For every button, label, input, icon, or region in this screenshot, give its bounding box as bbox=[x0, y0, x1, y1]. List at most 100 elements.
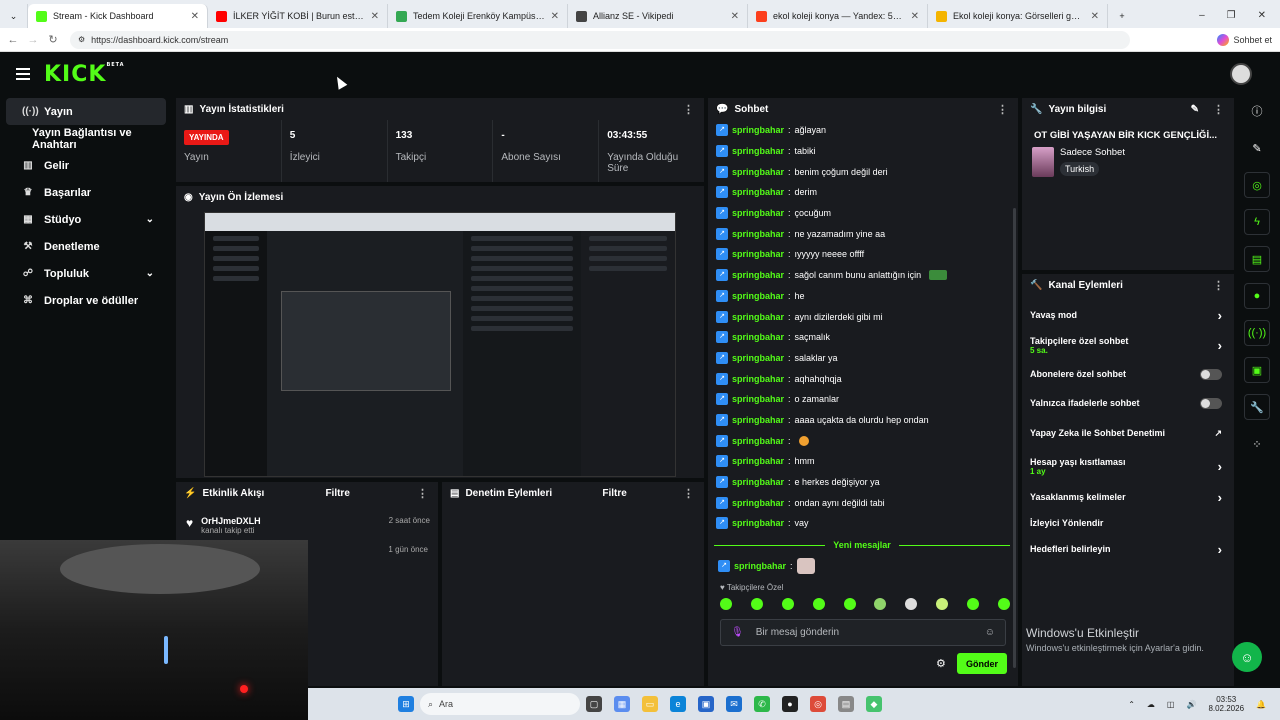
chat-username[interactable]: springbahar bbox=[732, 312, 784, 322]
info-icon[interactable]: ⓘ bbox=[1244, 98, 1270, 124]
sidebar-item-studyo[interactable]: ▦ Stüdyo ⌄ bbox=[6, 206, 166, 233]
channel-action-item[interactable]: Abonelere özel sohbet bbox=[1022, 360, 1234, 388]
forward-icon[interactable]: → bbox=[26, 34, 40, 46]
chat-username[interactable]: springbahar bbox=[732, 208, 784, 218]
channel-action-item[interactable]: Hedefleri belirleyin › bbox=[1022, 536, 1234, 562]
browser-tab[interactable]: Allianz SE - Vikipedi ✕ bbox=[568, 4, 748, 28]
chat-username[interactable]: springbahar bbox=[732, 332, 784, 342]
chat-username[interactable]: springbahar bbox=[732, 187, 784, 197]
channel-action-item[interactable]: İzleyici Yönlendir bbox=[1022, 510, 1234, 536]
chevron-up-icon[interactable]: ⌃ bbox=[1128, 700, 1135, 709]
windows-start-icon[interactable]: ⊞ bbox=[398, 696, 414, 712]
channel-action-item[interactable]: Yapay Zeka ile Sohbet Denetimi ↗ bbox=[1022, 418, 1234, 448]
chat-username[interactable]: springbahar bbox=[732, 498, 784, 508]
close-tab-icon[interactable]: ✕ bbox=[911, 11, 919, 22]
taskbar-search[interactable]: ⌕ Ara bbox=[420, 693, 580, 715]
more-options-icon[interactable]: ⋮ bbox=[417, 487, 428, 500]
chat-username[interactable]: springbahar bbox=[732, 477, 784, 487]
emote-icon[interactable] bbox=[874, 598, 887, 610]
chat-username[interactable]: springbahar bbox=[732, 270, 784, 280]
emote-icon[interactable] bbox=[720, 598, 732, 610]
chat-username[interactable]: springbahar bbox=[732, 125, 784, 135]
sidebar-item-yayin[interactable]: ((·)) Yayın bbox=[6, 98, 166, 125]
channel-action-item[interactable]: Yalnızca ifadelerle sohbet bbox=[1022, 388, 1234, 418]
more-options-icon[interactable]: ⋮ bbox=[1213, 279, 1224, 292]
camera-icon[interactable]: ◎ bbox=[1244, 172, 1270, 198]
reload-icon[interactable]: ↻ bbox=[46, 33, 60, 46]
edge-icon[interactable]: e bbox=[670, 696, 686, 712]
chat-scrollbar[interactable] bbox=[1013, 208, 1016, 668]
chat-username[interactable]: springbahar bbox=[732, 146, 784, 156]
channel-action-item[interactable]: Yavaş mod › bbox=[1022, 300, 1234, 330]
more-options-icon[interactable]: ⋮ bbox=[683, 103, 694, 116]
minimize-icon[interactable]: – bbox=[1199, 10, 1205, 21]
app-icon[interactable]: ◆ bbox=[866, 696, 882, 712]
microphone-icon[interactable]: 🎙 bbox=[731, 627, 744, 638]
chat-username[interactable]: springbahar bbox=[732, 229, 784, 239]
clock[interactable]: 03:53 8.02.2026 bbox=[1208, 695, 1244, 713]
network-icon[interactable]: ◫ bbox=[1167, 700, 1175, 709]
emote-icon[interactable] bbox=[967, 598, 979, 610]
chat-username[interactable]: springbahar bbox=[732, 249, 784, 259]
notification-icon[interactable]: 🔔 bbox=[1256, 700, 1266, 709]
broadcast-icon[interactable]: ((·)) bbox=[1244, 320, 1270, 346]
apps-icon[interactable]: ⁘ bbox=[1244, 431, 1270, 457]
browser-tab[interactable]: Tedem Koleji Erenköy Kampüsü - G ✕ bbox=[388, 4, 568, 28]
emoji-icon[interactable]: ☺ bbox=[985, 627, 995, 638]
browser-tab[interactable]: ekol koleji konya — Yandex: 53 bi ✕ bbox=[748, 4, 928, 28]
more-options-icon[interactable]: ⋮ bbox=[1213, 103, 1224, 116]
chat-username[interactable]: springbahar bbox=[732, 374, 784, 384]
mail-icon[interactable]: ✉ bbox=[726, 696, 742, 712]
cloud-icon[interactable]: ☁ bbox=[1147, 700, 1155, 709]
emote-icon[interactable] bbox=[781, 598, 794, 610]
store-icon[interactable]: ▣ bbox=[698, 696, 714, 712]
green-floating-button[interactable]: ☺ bbox=[1232, 642, 1262, 672]
new-messages-divider[interactable]: Yeni mesajlar bbox=[714, 538, 1011, 552]
chat-username[interactable]: springbahar bbox=[732, 436, 784, 446]
close-tab-icon[interactable]: ✕ bbox=[731, 11, 739, 22]
wrench-icon[interactable]: 🔧 bbox=[1244, 394, 1270, 420]
close-tab-icon[interactable]: ✕ bbox=[191, 11, 199, 22]
channel-action-item[interactable]: Takipçilere özel sohbet 5 sa. › bbox=[1022, 330, 1234, 360]
copilot-chat-button[interactable]: Sohbet et bbox=[1217, 33, 1272, 46]
close-tab-icon[interactable]: ✕ bbox=[371, 11, 379, 22]
restore-icon[interactable]: ❐ bbox=[1227, 10, 1236, 21]
stream-preview-video[interactable] bbox=[204, 212, 676, 477]
sidebar-item-denetleme[interactable]: ⚒ Denetleme bbox=[6, 233, 166, 260]
file-explorer-icon[interactable]: ▭ bbox=[642, 696, 658, 712]
filter-button[interactable]: Filtre bbox=[602, 488, 626, 499]
emote-icon[interactable] bbox=[750, 598, 763, 610]
browser-tab[interactable]: Ekol koleji konya: Görselleri görün ✕ bbox=[928, 4, 1108, 28]
channel-action-item[interactable]: Hesap yaşı kısıtlaması 1 ay › bbox=[1022, 448, 1234, 484]
chat-username[interactable]: springbahar bbox=[732, 415, 784, 425]
sidebar-item-stream-key[interactable]: Yayın Bağlantısı ve Anahtarı bbox=[6, 125, 166, 152]
sidebar-item-droplar[interactable]: ⌘ Droplar ve ödüller bbox=[6, 287, 166, 314]
kick-logo[interactable]: KICKBETA bbox=[44, 62, 125, 87]
chat-settings-icon[interactable]: ⚙ bbox=[936, 657, 946, 670]
chat-username[interactable]: springbahar bbox=[732, 291, 784, 301]
emote-icon[interactable] bbox=[936, 598, 949, 610]
lightning-icon[interactable]: ϟ bbox=[1244, 209, 1270, 235]
sidebar-item-basarilar[interactable]: ♛ Başarılar bbox=[6, 179, 166, 206]
send-button[interactable]: Gönder bbox=[957, 653, 1007, 674]
back-icon[interactable]: ← bbox=[6, 34, 20, 46]
site-info-icon[interactable]: ⚙ bbox=[78, 35, 85, 44]
tab-actions-button[interactable]: ⌄ bbox=[0, 4, 28, 28]
chat-username[interactable]: springbahar bbox=[732, 456, 784, 466]
close-tab-icon[interactable]: ✕ bbox=[551, 11, 559, 22]
toggle-switch[interactable] bbox=[1200, 368, 1222, 380]
channel-action-item[interactable]: Yasaklanmış kelimeler › bbox=[1022, 484, 1234, 510]
close-tab-icon[interactable]: ✕ bbox=[1091, 11, 1099, 22]
menu-icon[interactable] bbox=[16, 68, 30, 80]
more-options-icon[interactable]: ⋮ bbox=[997, 103, 1008, 116]
chrome-icon[interactable]: ◎ bbox=[810, 696, 826, 712]
task-view-icon[interactable]: ▢ bbox=[586, 696, 602, 712]
chat-input[interactable]: 🎙 Bir mesaj gönderin ☺ bbox=[720, 619, 1006, 646]
user-avatar[interactable] bbox=[1230, 63, 1252, 85]
document-icon[interactable]: ▤ bbox=[1244, 246, 1270, 272]
language-tag[interactable]: Turkish bbox=[1060, 162, 1100, 176]
layout-icon[interactable]: ▣ bbox=[1244, 357, 1270, 383]
whatsapp-icon[interactable]: ✆ bbox=[754, 696, 770, 712]
browser-tab[interactable]: Stream - Kick Dashboard ✕ bbox=[28, 4, 208, 28]
widgets-icon[interactable]: ▦ bbox=[614, 696, 630, 712]
